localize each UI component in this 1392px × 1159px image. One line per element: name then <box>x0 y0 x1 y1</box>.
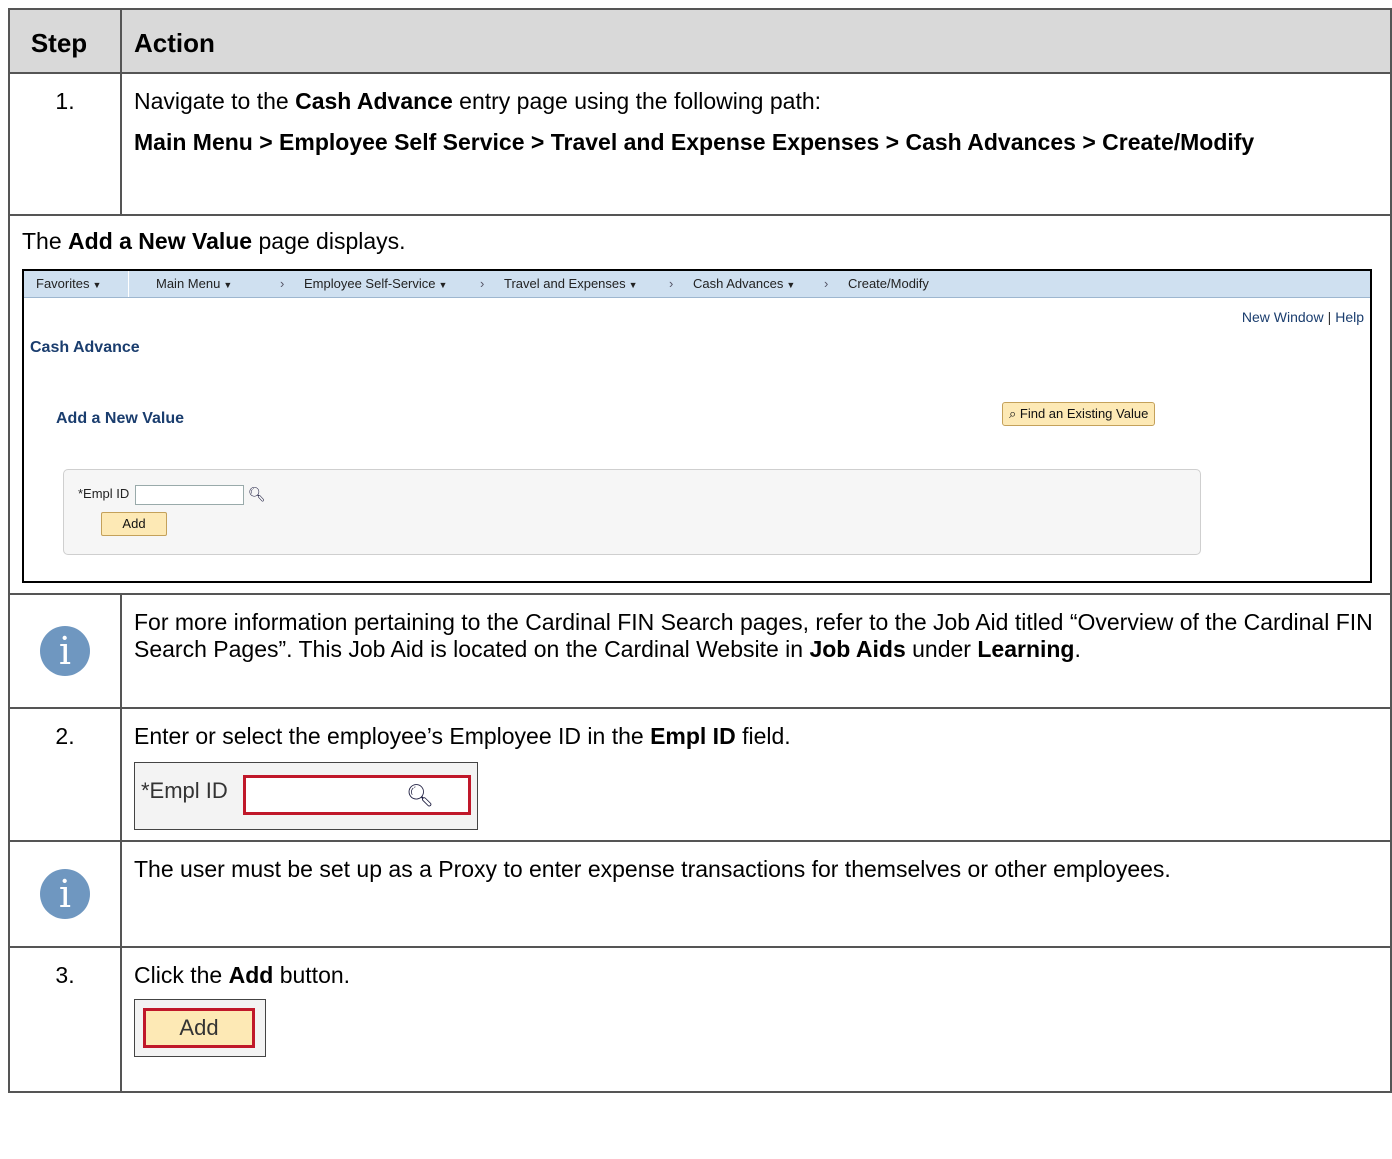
add-button-callout: Add <box>134 999 266 1057</box>
nav-bar: Favorites ▼ Main Menu ▼ › Employee Self-Se… <box>24 271 1370 298</box>
nav-travel[interactable]: Travel and Expenses ▼ <box>504 276 638 291</box>
nav-ess[interactable]: Employee Self-Service ▼ <box>304 276 447 291</box>
caret-down-icon: ▼ <box>223 280 233 290</box>
caret-down-icon: ▼ <box>92 280 102 290</box>
breadcrumb-separator-icon: › <box>480 276 485 291</box>
top-links: New Window | Help <box>1241 309 1364 325</box>
step-action: Enter or select the employee’s Employee … <box>120 707 1392 842</box>
step-number: 3. <box>8 946 122 1093</box>
breadcrumb-separator-icon: › <box>669 276 674 291</box>
add-new-value-title: Add a New Value <box>56 410 185 427</box>
nav-main-menu[interactable]: Main Menu ▼ <box>156 276 232 291</box>
nav-create-modify[interactable]: Create/Modify <box>848 276 929 291</box>
breadcrumb-separator-icon: › <box>280 276 285 291</box>
empl-id-label: *Empl ID <box>78 486 130 501</box>
step-row-1: 1. Navigate to the Cash Advance entry pa… <box>8 72 1392 216</box>
page-title: Cash Advance <box>30 339 140 356</box>
info-row-1: i For more information pertaining to the… <box>8 593 1392 709</box>
add-value-group: *Empl ID 🔍︎ Add <box>63 469 1201 555</box>
screenshot-cell: The Add a New Value page displays. Favor… <box>8 214 1392 595</box>
page-note: The Add a New Value page displays. <box>22 228 406 254</box>
info-icon-cell: i <box>8 840 122 948</box>
step-row-3: 3. Click the Add button. Add <box>8 946 1392 1093</box>
step-number: 1. <box>8 72 122 216</box>
caret-down-icon: ▼ <box>628 280 638 290</box>
empl-id-callout: *Empl ID 🔍︎ <box>134 762 478 830</box>
find-existing-value-button[interactable]: ⌕ Find an Existing Value <box>1002 402 1156 426</box>
add-button[interactable]: Add <box>101 512 167 536</box>
header-step: Step <box>8 8 122 74</box>
peoplesoft-screenshot: Favorites ▼ Main Menu ▼ › Employee Self-Se… <box>22 269 1372 583</box>
navigation-path: Main Menu > Employee Self Service > Trav… <box>134 129 1255 155</box>
nav-favorites[interactable]: Favorites ▼ <box>36 276 101 291</box>
nav-cash-advances[interactable]: Cash Advances ▼ <box>693 276 795 291</box>
steps-table: Step Action 1. Navigate to the Cash Adva… <box>8 8 1392 1093</box>
info-icon-cell: i <box>8 593 122 709</box>
info-row-2: i The user must be set up as a Proxy to … <box>8 840 1392 948</box>
new-window-link[interactable]: New Window <box>1242 309 1324 325</box>
job-aid-document: Step Action 1. Navigate to the Cash Adva… <box>8 8 1392 1093</box>
lookup-search-icon[interactable]: 🔍︎ <box>248 486 266 503</box>
empl-id-input[interactable] <box>135 485 244 505</box>
add-button-highlighted[interactable]: Add <box>143 1008 255 1048</box>
search-icon: ⌕ <box>1009 406 1017 421</box>
step-action: Click the Add button. Add <box>120 946 1392 1093</box>
breadcrumb-separator-icon: › <box>824 276 829 291</box>
caret-down-icon: ▼ <box>438 280 448 290</box>
step-row-2: 2. Enter or select the employee’s Employ… <box>8 707 1392 842</box>
info-text: The user must be set up as a Proxy to en… <box>120 840 1392 948</box>
step-number: 2. <box>8 707 122 842</box>
empl-id-label: *Empl ID <box>141 778 228 803</box>
info-text: For more information pertaining to the C… <box>120 593 1392 709</box>
lookup-search-icon[interactable]: 🔍︎ <box>406 782 434 809</box>
info-icon: i <box>40 626 90 676</box>
caret-down-icon: ▼ <box>786 280 796 290</box>
help-link[interactable]: Help <box>1335 309 1364 325</box>
screenshot-row: The Add a New Value page displays. Favor… <box>8 214 1392 595</box>
info-icon: i <box>40 869 90 919</box>
step-action: Navigate to the Cash Advance entry page … <box>120 72 1392 216</box>
empl-id-input-highlighted[interactable]: 🔍︎ <box>243 775 471 815</box>
table-header-row: Step Action <box>8 8 1392 74</box>
header-action: Action <box>120 8 1392 74</box>
